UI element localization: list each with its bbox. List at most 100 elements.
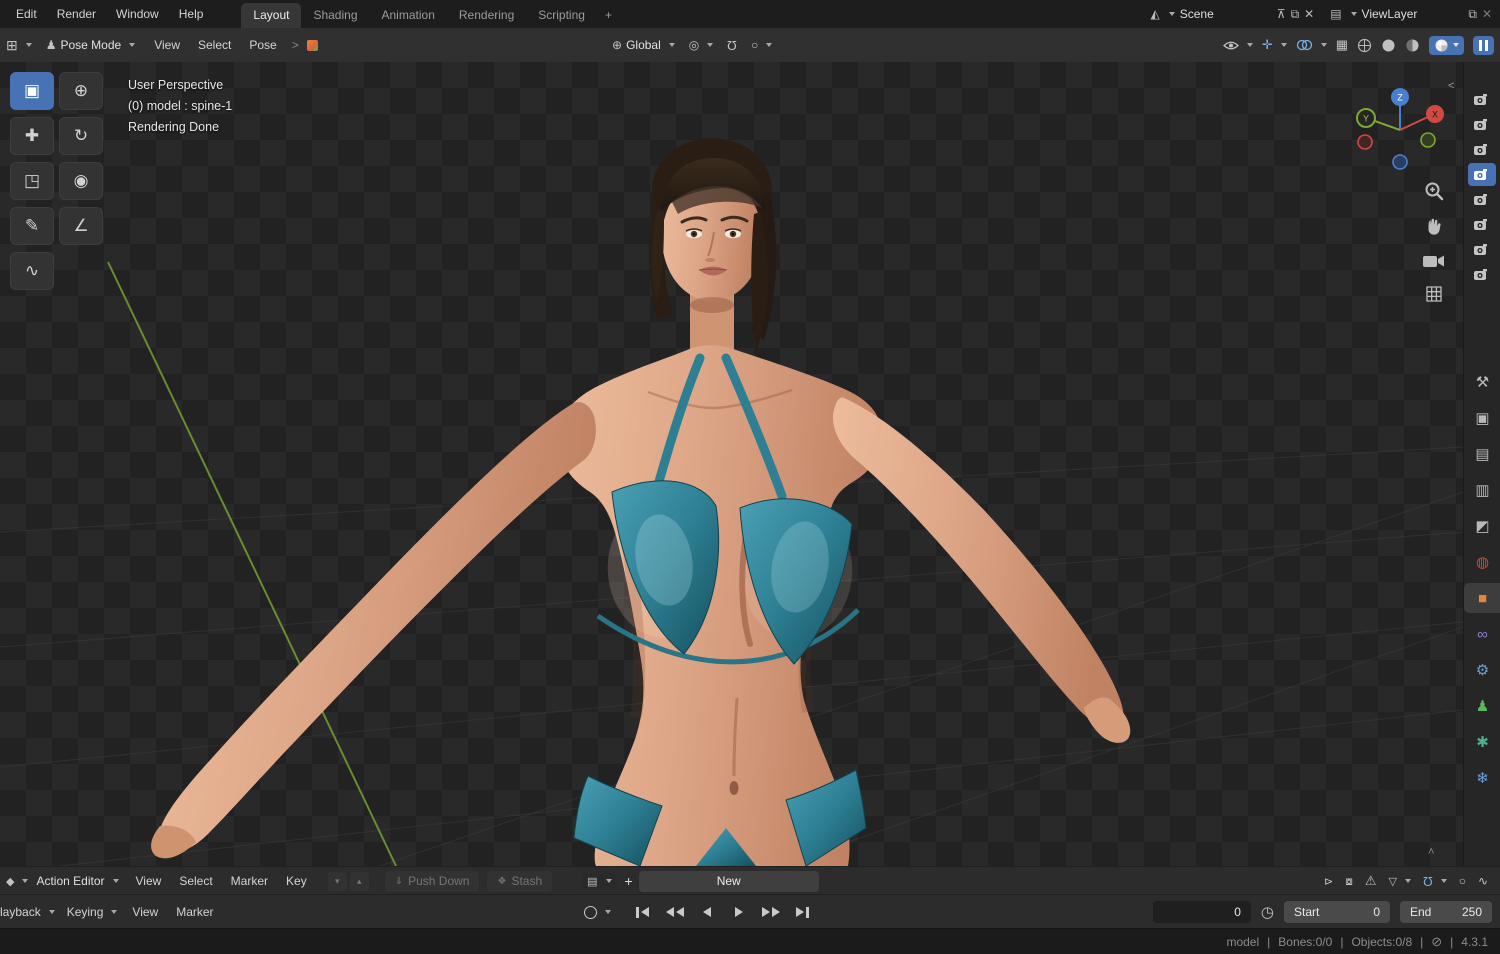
action-browse-button[interactable]: ▤	[582, 872, 617, 890]
zoom-icon[interactable]	[1423, 180, 1445, 202]
scene-selector[interactable]: ◭ Scene ⊼ ⧉ ✕	[1151, 7, 1315, 22]
visibility-selector[interactable]	[1222, 40, 1253, 51]
tab-rendering[interactable]: Rendering	[447, 3, 526, 28]
auto-keying-toggle[interactable]	[584, 905, 611, 919]
active-object-icon[interactable]	[305, 38, 320, 53]
add-workspace-button[interactable]: +	[597, 3, 620, 28]
dope-menu-marker[interactable]: Marker	[222, 867, 277, 895]
constraints-tab[interactable]: ∞	[1464, 619, 1500, 649]
jump-to-start-button[interactable]	[628, 901, 657, 923]
viewlayer-browse-icon[interactable]: ▤	[1330, 7, 1341, 21]
menu-window[interactable]: Window	[106, 0, 169, 28]
pause-render-button[interactable]	[1473, 35, 1494, 55]
shading-material-icon[interactable]	[1405, 38, 1420, 53]
xray-toggle-icon[interactable]: ▦	[1336, 37, 1348, 53]
action-down-button[interactable]: ▾	[327, 871, 347, 891]
tool-tab[interactable]: ⚒	[1464, 367, 1500, 397]
particles-tab[interactable]: ✱	[1464, 727, 1500, 757]
use-preview-range-icon[interactable]: ◷	[1261, 903, 1274, 921]
tool-scale-button[interactable]: ◳	[10, 162, 54, 200]
dope-menu-select[interactable]: Select	[170, 867, 221, 895]
render-tab[interactable]: ▣	[1464, 403, 1500, 433]
overlays-toggle[interactable]	[1296, 39, 1327, 51]
menu-view[interactable]: View	[145, 28, 189, 62]
mode-selector[interactable]: ♟ Pose Mode	[46, 38, 136, 52]
tab-layout[interactable]: Layout	[241, 3, 302, 28]
jump-to-end-button[interactable]	[788, 901, 817, 923]
viewport-3d[interactable]: User Perspective (0) model : spine-1 Ren…	[0, 62, 1463, 866]
shading-solid-icon[interactable]	[1381, 38, 1396, 53]
tool-rotate-button[interactable]: ↻	[59, 117, 103, 155]
tool-tweak-button[interactable]: ▣	[10, 72, 54, 110]
menu-help[interactable]: Help	[169, 0, 214, 28]
outliner-camera-icon[interactable]	[1468, 188, 1496, 211]
modifier-tab[interactable]: ⚙	[1464, 655, 1500, 685]
dope-proportional-icon[interactable]: ○	[1459, 874, 1466, 888]
corner-resize-arrow[interactable]: ˄	[1428, 846, 1434, 858]
outliner-camera-icon[interactable]	[1468, 263, 1496, 286]
object-tab[interactable]: ■	[1464, 583, 1500, 613]
dope-menu-view[interactable]: View	[127, 867, 171, 895]
stash-button[interactable]: ❖ Stash	[487, 870, 553, 892]
world-tab[interactable]: ◍	[1464, 547, 1500, 577]
new-action-plus-icon[interactable]: +	[625, 873, 633, 889]
copy-scene-icon[interactable]: ⧉	[1291, 7, 1300, 22]
proportional-edit-selector[interactable]: ○	[751, 38, 773, 52]
viewlayer-name[interactable]: ViewLayer	[1362, 7, 1418, 21]
outliner-camera-icon[interactable]	[1468, 113, 1496, 136]
next-keyframe-button[interactable]	[756, 901, 785, 923]
outliner-camera-icon[interactable]	[1468, 213, 1496, 236]
current-frame-field[interactable]: 0	[1152, 901, 1251, 923]
sidebar-collapse-arrow[interactable]: <	[1448, 80, 1454, 92]
action-editor-mode-selector[interactable]: Action Editor	[36, 874, 119, 888]
filter-button[interactable]: ▽	[1389, 875, 1411, 888]
menu-pose[interactable]: Pose	[240, 28, 285, 62]
tool-transform-button[interactable]: ◉	[59, 162, 103, 200]
playback-menu[interactable]: Playback	[0, 905, 55, 919]
outliner-camera-icon[interactable]	[1468, 88, 1496, 111]
keying-menu[interactable]: Keying	[67, 905, 118, 919]
outliner-camera-icon[interactable]	[1468, 238, 1496, 261]
tool-annotate-button[interactable]: ✎	[10, 207, 54, 245]
copy-viewlayer-icon[interactable]: ⧉	[1468, 7, 1477, 22]
play-button[interactable]	[724, 901, 753, 923]
scene-tab[interactable]: ◩	[1464, 511, 1500, 541]
snap-target-selector[interactable]: ◎	[689, 38, 714, 52]
ortho-grid-icon[interactable]	[1424, 284, 1444, 304]
end-frame-field[interactable]: End 250	[1400, 901, 1492, 923]
gizmos-toggle[interactable]: ✛	[1262, 37, 1287, 53]
play-reverse-button[interactable]	[692, 901, 721, 923]
remove-scene-icon[interactable]: ✕	[1304, 7, 1314, 21]
tab-shading[interactable]: Shading	[301, 3, 369, 28]
timeline-menu-marker[interactable]: Marker	[167, 895, 222, 929]
new-action-button[interactable]: New	[638, 870, 819, 892]
dope-menu-key[interactable]: Key	[277, 867, 316, 895]
camera-view-icon[interactable]	[1422, 252, 1446, 270]
outliner-camera-icon[interactable]	[1468, 138, 1496, 161]
dopesheet-editor-type-button[interactable]: ◆	[6, 875, 29, 888]
shading-rendered-active[interactable]	[1429, 35, 1464, 55]
timeline-menu-view[interactable]: View	[123, 895, 167, 929]
viewlayer-tab[interactable]: ▥	[1464, 475, 1500, 505]
viewlayer-selector[interactable]: ▤ ViewLayer ⧉ ✕	[1330, 7, 1492, 22]
viewlayer-dropdown-caret[interactable]	[1350, 12, 1357, 16]
orientation-selector[interactable]: ⊕ Global	[612, 38, 675, 52]
tool-measure-button[interactable]: ∠	[59, 207, 103, 245]
snapping-selector[interactable]: Ω	[1423, 874, 1447, 889]
object-data-tab[interactable]: ♟	[1464, 691, 1500, 721]
prev-keyframe-button[interactable]	[660, 901, 689, 923]
snap-magnet-icon[interactable]: Ω	[727, 38, 737, 53]
navigation-gizmo[interactable]: Z X Y	[1352, 82, 1448, 178]
menu-select[interactable]: Select	[189, 28, 240, 62]
tab-scripting[interactable]: Scripting	[526, 3, 597, 28]
scene-dropdown-caret[interactable]	[1168, 12, 1175, 16]
action-up-button[interactable]: ▴	[349, 871, 369, 891]
pin-icon[interactable]: ⊼	[1277, 7, 1286, 21]
remove-viewlayer-icon[interactable]: ✕	[1482, 7, 1492, 21]
tool-cursor-button[interactable]: ⊕	[59, 72, 103, 110]
playhead-icon[interactable]: ⊳	[1324, 875, 1333, 888]
menu-edit[interactable]: Edit	[6, 0, 47, 28]
push-down-button[interactable]: ⇓ Push Down	[384, 870, 480, 892]
editor-type-button[interactable]: ⊞	[6, 37, 32, 54]
menu-render[interactable]: Render	[47, 0, 106, 28]
